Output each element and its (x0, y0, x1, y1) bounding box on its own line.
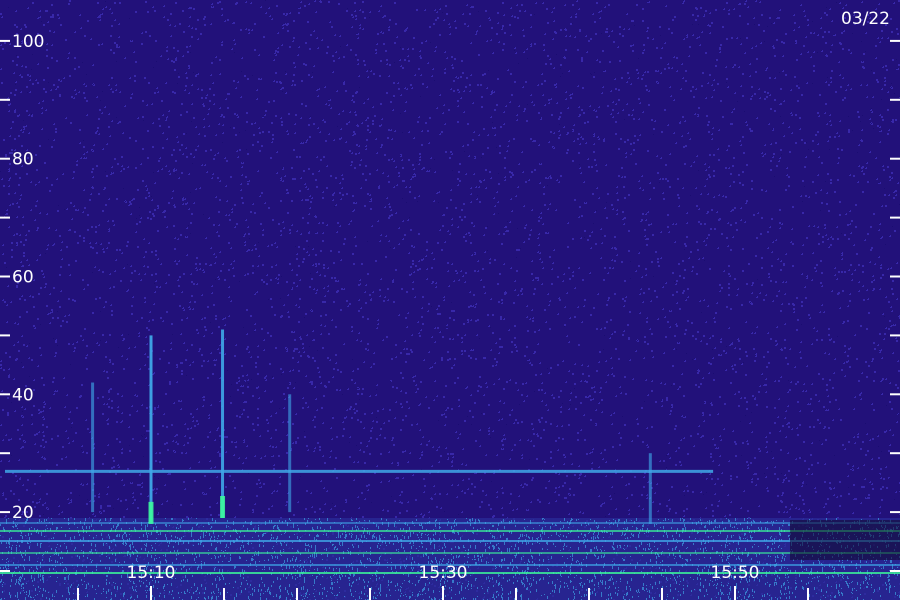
low-band-line (0, 522, 900, 524)
vertical-burst (149, 335, 153, 524)
y-tick-label: 60 (12, 268, 34, 288)
spectrogram-noise-field (0, 0, 900, 600)
horizontal-carrier-line (5, 469, 714, 473)
low-band-quiet-region (790, 520, 900, 560)
y-tick-label: 80 (12, 150, 34, 170)
x-tick-label: 15:50 (711, 563, 760, 583)
vertical-burst (288, 394, 292, 513)
low-band-line (0, 540, 900, 542)
x-tick-label: 15:30 (419, 563, 468, 583)
vertical-burst-core (148, 501, 154, 524)
x-tick-label: 15:10 (127, 563, 176, 583)
vertical-burst (91, 382, 95, 513)
low-band-line (0, 530, 900, 532)
y-tick-label: 20 (12, 503, 34, 523)
date-label: 03/22 (841, 9, 890, 29)
y-tick-label: 100 (12, 32, 44, 52)
spectrogram-plot: 20 40 60 80 100 15:10 15:30 15:50 03/22 (0, 0, 900, 600)
spectrogram-chart: 20 40 60 80 100 15:10 15:30 15:50 03/22 (0, 0, 900, 600)
y-tick-label: 40 (12, 385, 34, 405)
vertical-burst-core (220, 495, 226, 518)
low-band-line (0, 552, 900, 554)
vertical-burst (648, 453, 652, 524)
vertical-burst (221, 329, 225, 518)
